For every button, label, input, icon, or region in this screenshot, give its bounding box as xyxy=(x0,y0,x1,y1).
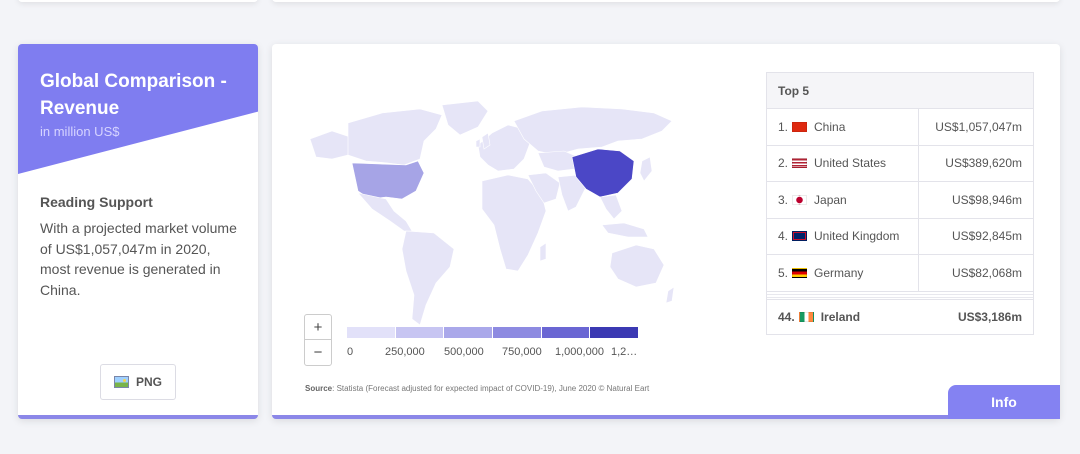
map-region-ireland xyxy=(475,138,481,148)
legend-label: 1,2… xyxy=(611,346,638,358)
map-region-mexico xyxy=(357,192,413,232)
map-region-united-states xyxy=(351,160,425,200)
world-map[interactable] xyxy=(302,99,682,339)
country: Japan xyxy=(814,192,847,207)
map-region-canada xyxy=(347,108,443,166)
legend-color-segment xyxy=(541,327,591,338)
source-label: Source xyxy=(305,384,333,393)
map-region-indonesia xyxy=(601,222,649,238)
legend-label: 750,000 xyxy=(502,346,542,358)
value-cell: US$98,946m xyxy=(951,192,1022,207)
legend-label: 0 xyxy=(347,346,354,358)
map-region-madagascar xyxy=(539,242,547,262)
country-name-cell: 2. United States xyxy=(767,145,919,181)
zoom-in-button[interactable]: + xyxy=(305,315,331,340)
china-flag xyxy=(792,121,808,132)
map-region-greenland xyxy=(441,100,489,136)
map-region-russia xyxy=(513,106,673,156)
germany-flag xyxy=(792,267,808,278)
png-download-button[interactable]: PNG xyxy=(100,364,176,400)
country-name-cell: 5. Germany xyxy=(767,255,919,291)
color-legend-bar xyxy=(347,327,640,338)
value-cell: US$1,057,047m xyxy=(935,119,1022,134)
country-name-cell: 4. United Kingdom xyxy=(767,218,919,254)
previous-card-right xyxy=(272,0,1060,2)
legend-color-segment xyxy=(590,327,640,338)
own-rank: 44. xyxy=(778,309,795,324)
map-card: + − 0 250,000 500,000 750,000 1,000,000 1,2… … xyxy=(272,44,1060,419)
card-unit: in million US$ xyxy=(40,124,120,139)
legend-color-segment xyxy=(444,327,494,338)
value-cell: US$389,620m xyxy=(945,156,1022,171)
rank: 2. xyxy=(778,156,789,171)
top5-heading: Top 5 xyxy=(767,73,1033,109)
map-region-japan xyxy=(639,156,653,182)
value-cell: US$92,845m xyxy=(951,229,1022,244)
ireland-flag xyxy=(798,311,814,322)
rank: 5. xyxy=(778,265,789,280)
country: China xyxy=(814,119,846,134)
table-row: 1. China US$1,057,047m xyxy=(767,109,1033,146)
map-region-alaska xyxy=(309,130,351,160)
table-row: 2. United States US$389,620m xyxy=(767,145,1033,182)
legend-label: 1,000,000 xyxy=(555,346,604,358)
reading-support-title: Reading Support xyxy=(40,194,153,210)
top5-table: Top 5 1. China US$1,057,047m 2. United State… xyxy=(766,72,1034,335)
own-country-name-cell: 44. Ireland xyxy=(767,300,919,334)
table-separator xyxy=(767,291,1033,300)
source-note: Source: Statista (Forecast adjusted for … xyxy=(305,384,649,393)
table-row: 3. Japan US$98,946m xyxy=(767,182,1033,219)
country: United States xyxy=(814,156,887,171)
map-region-southeast-asia xyxy=(599,194,623,220)
japan-flag xyxy=(792,194,808,205)
source-text: : Statista (Forecast adjusted for expect… xyxy=(332,384,650,393)
rank: 4. xyxy=(778,229,789,244)
own-country: Ireland xyxy=(820,309,861,324)
uk-flag xyxy=(792,231,808,242)
legend-color-segment xyxy=(493,327,542,338)
rank: 1. xyxy=(778,119,789,134)
legend-color-segment xyxy=(395,327,445,338)
previous-card-left xyxy=(18,0,258,2)
table-row: 5. Germany US$82,068m xyxy=(767,255,1033,292)
country: Germany xyxy=(814,265,864,280)
reading-support-text: With a projected market volume of US$1,0… xyxy=(40,220,237,298)
own-value: US$3,186m xyxy=(957,309,1022,324)
card-title: Global Comparison - Revenue xyxy=(40,71,227,119)
rank: 3. xyxy=(778,192,789,207)
country-name-cell: 3. Japan xyxy=(767,182,919,218)
value-cell: US$82,068m xyxy=(951,265,1022,280)
image-icon xyxy=(113,376,129,388)
map-region-australia xyxy=(609,244,665,288)
country-name-cell: 1. China xyxy=(767,109,919,145)
table-row: 4. United Kingdom US$92,845m xyxy=(767,218,1033,255)
map-zoom-control: + − xyxy=(304,314,332,366)
global-comparison-card: Global Comparison - Revenue in million U… xyxy=(18,44,258,419)
map-region-south-america xyxy=(401,230,455,326)
usa-flag xyxy=(792,158,808,169)
map-region-central-asia xyxy=(537,150,579,172)
legend-color-segment xyxy=(347,327,396,338)
legend-label: 250,000 xyxy=(385,346,425,358)
table-row-own-country: 44. Ireland US$3,186m xyxy=(767,300,1033,334)
map-region-new-zealand xyxy=(665,286,675,304)
legend-label: 500,000 xyxy=(444,346,484,358)
zoom-out-button[interactable]: − xyxy=(305,340,331,365)
info-button[interactable]: Info xyxy=(948,385,1060,419)
png-button-label: PNG xyxy=(135,375,162,389)
country: United Kingdom xyxy=(814,229,900,244)
